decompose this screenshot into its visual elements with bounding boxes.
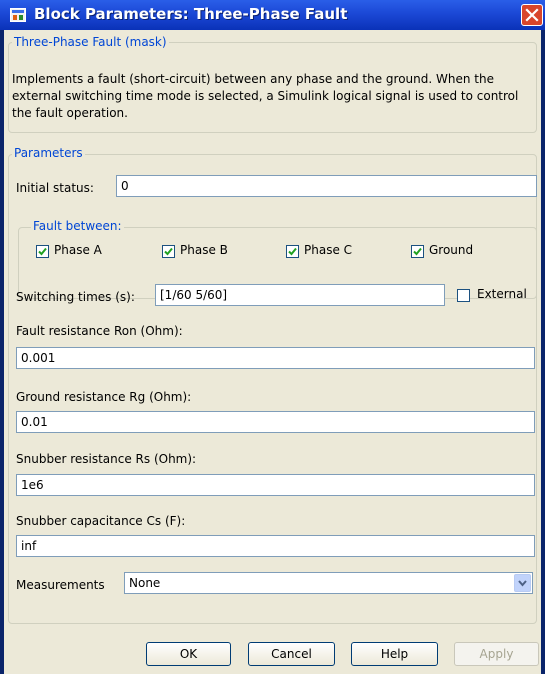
dialog-window: Block Parameters: Three-Phase Fault Thre… (0, 0, 545, 674)
checkmark-icon (288, 247, 297, 256)
close-button[interactable] (521, 4, 543, 26)
checkmark-icon (164, 247, 173, 256)
chevron-down-icon (518, 580, 527, 587)
checkmark-icon (38, 247, 47, 256)
ground-resistance-input[interactable]: 0.01 (16, 411, 535, 433)
snubber-capacitance-label: Snubber capacitance Cs (F): (16, 514, 186, 528)
phase-b-checkbox[interactable] (162, 245, 175, 258)
phase-c-label: Phase C (304, 243, 353, 257)
simulink-block-icon (10, 8, 26, 22)
phase-b-label: Phase B (180, 243, 228, 257)
switching-times-input[interactable]: [1/60 5/60] (155, 284, 445, 306)
external-label: External (477, 287, 527, 301)
fault-resistance-label: Fault resistance Ron (Ohm): (16, 324, 183, 338)
fault-resistance-input[interactable]: 0.001 (16, 347, 535, 369)
external-checkbox[interactable] (457, 289, 470, 302)
ground-checkbox[interactable] (411, 245, 424, 258)
title-bar[interactable]: Block Parameters: Three-Phase Fault (0, 0, 545, 30)
initial-status-label: Initial status: (16, 181, 94, 195)
cancel-button[interactable]: Cancel (248, 642, 335, 666)
ok-button[interactable]: OK (146, 642, 231, 666)
measurements-value: None (129, 576, 161, 590)
dropdown-arrow[interactable] (514, 574, 531, 592)
switching-times-label: Switching times (s): (16, 290, 135, 304)
initial-status-input[interactable]: 0 (116, 175, 537, 197)
mask-legend: Three-Phase Fault (mask) (12, 35, 169, 49)
dialog-client-area: Three-Phase Fault (mask) Implements a fa… (4, 30, 541, 674)
measurements-select[interactable]: None (124, 572, 533, 594)
ground-label: Ground (429, 243, 474, 257)
snubber-resistance-input[interactable]: 1e6 (16, 474, 535, 496)
parameters-legend: Parameters (12, 146, 85, 160)
ground-resistance-label: Ground resistance Rg (Ohm): (16, 390, 192, 404)
snubber-capacitance-input[interactable]: inf (16, 535, 535, 557)
window-title: Block Parameters: Three-Phase Fault (34, 5, 348, 23)
mask-description: Implements a fault (short-circuit) betwe… (12, 72, 519, 120)
phase-c-checkbox[interactable] (286, 245, 299, 258)
phase-a-label: Phase A (54, 243, 102, 257)
snubber-resistance-label: Snubber resistance Rs (Ohm): (16, 452, 197, 466)
checkmark-icon (413, 247, 422, 256)
phase-a-checkbox[interactable] (36, 245, 49, 258)
fault-between-legend: Fault between: (31, 219, 124, 233)
help-button[interactable]: Help (351, 642, 438, 666)
apply-button: Apply (454, 642, 539, 666)
measurements-label: Measurements (16, 578, 105, 592)
close-icon (525, 8, 539, 22)
